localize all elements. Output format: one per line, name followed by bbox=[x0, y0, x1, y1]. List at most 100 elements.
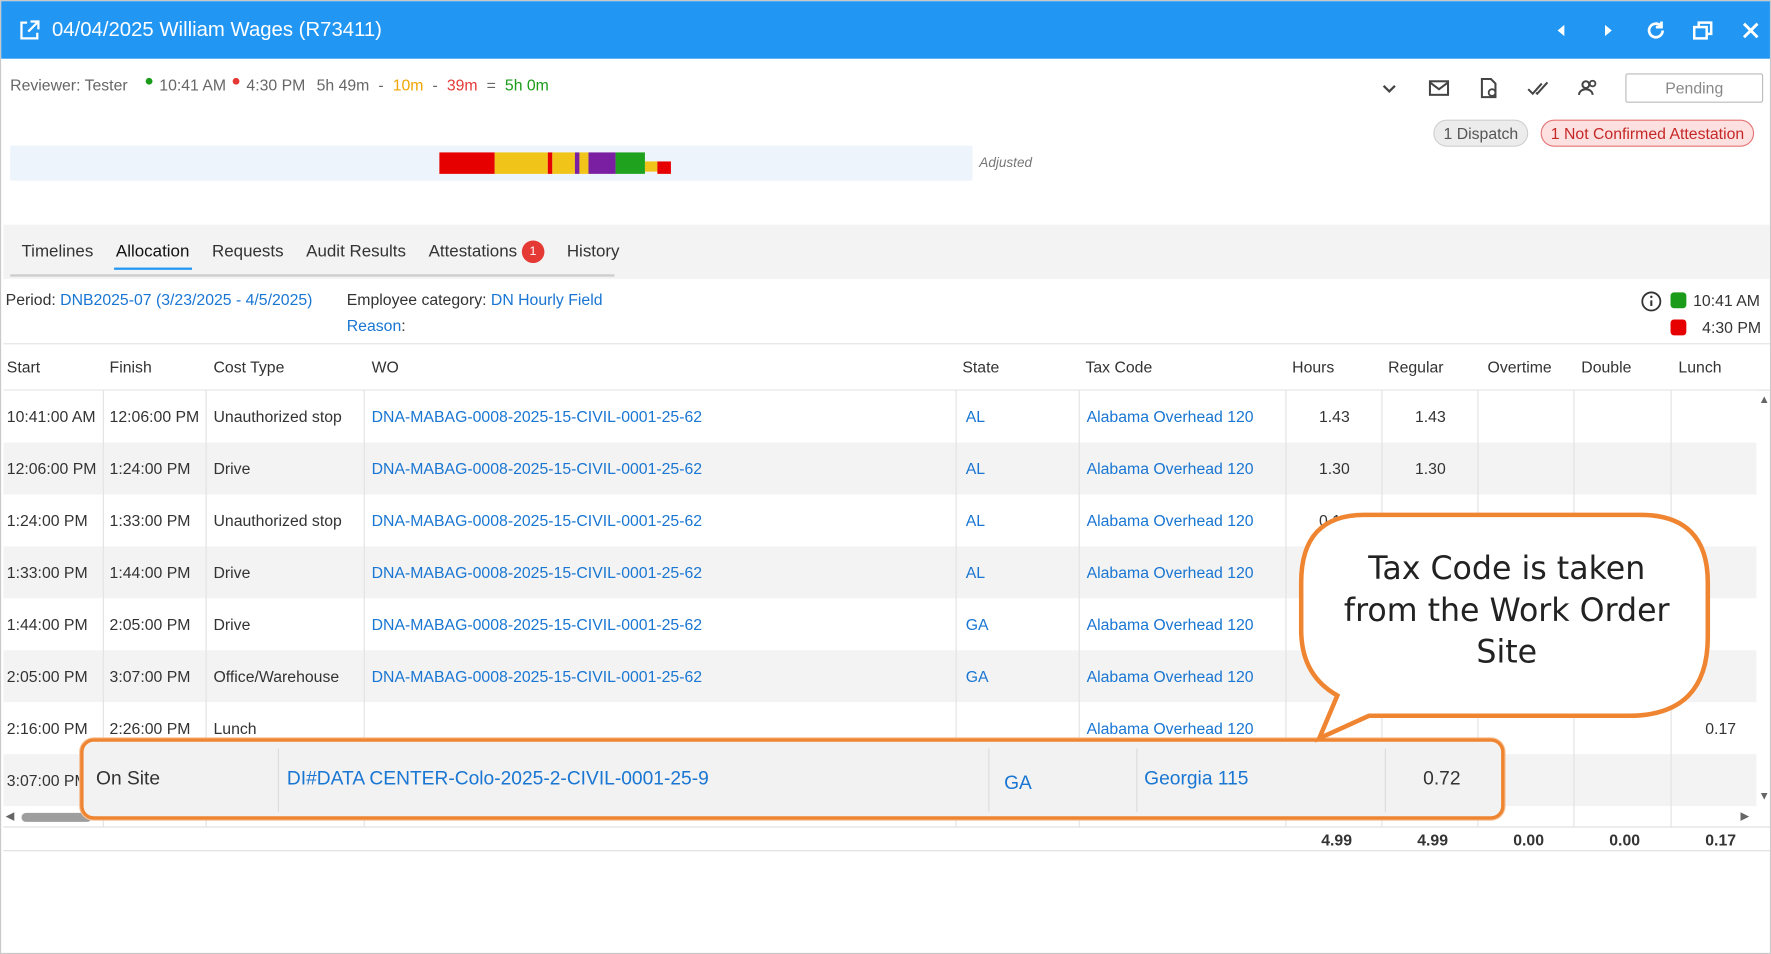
attestation-badge[interactable]: 1 Not Confirmed Attestation bbox=[1540, 119, 1755, 147]
tab-history[interactable]: History bbox=[556, 225, 631, 279]
column-header-overtime[interactable]: Overtime bbox=[1488, 344, 1552, 389]
cell-tax-code[interactable]: Alabama Overhead 120 bbox=[1087, 598, 1285, 650]
column-header-tax-code[interactable]: Tax Code bbox=[1085, 344, 1152, 389]
highlight-hours: 0.72 bbox=[1423, 767, 1461, 790]
column-header-cost-type[interactable]: Cost Type bbox=[213, 344, 284, 389]
reason-link[interactable]: Reason bbox=[347, 316, 402, 334]
cell-finish: 12:06:00 PM bbox=[109, 407, 200, 426]
timeline-segment bbox=[615, 152, 645, 174]
scroll-right-icon[interactable]: ▶ bbox=[1741, 811, 1750, 823]
scrollbar-thumb[interactable] bbox=[21, 812, 92, 822]
column-header-finish[interactable]: Finish bbox=[110, 344, 152, 389]
scroll-left-icon[interactable]: ◀ bbox=[6, 811, 15, 823]
scroll-down-icon[interactable]: ▼ bbox=[1759, 790, 1770, 802]
total-overtime: 0.00 bbox=[1513, 830, 1545, 850]
tab-timelines[interactable]: Timelines bbox=[10, 225, 104, 279]
start-legend-swatch bbox=[1670, 292, 1687, 309]
column-header-double[interactable]: Double bbox=[1581, 344, 1631, 389]
cell-regular bbox=[1385, 495, 1446, 547]
info-icon[interactable] bbox=[1640, 290, 1663, 313]
cell-cost-type: Unauthorized stop bbox=[213, 511, 342, 530]
double-check-icon[interactable] bbox=[1526, 76, 1551, 101]
end-legend-swatch bbox=[1670, 319, 1687, 336]
equals-sign: = bbox=[486, 75, 496, 94]
dispatch-badge[interactable]: 1 Dispatch bbox=[1433, 119, 1529, 147]
highlight-state-link[interactable]: GA bbox=[1004, 746, 1032, 821]
employee-category: Employee category: DN Hourly Field bbox=[347, 290, 603, 308]
tab-audit-results[interactable]: Audit Results bbox=[295, 225, 417, 279]
scroll-up-icon[interactable]: ▲ bbox=[1759, 394, 1770, 406]
cell-wo[interactable]: DNA-MABAG-0008-2025-15-CIVIL-0001-25-62 bbox=[372, 546, 954, 598]
highlight-wo-link[interactable]: DI#DATA CENTER-Colo-2025-2-CIVIL-0001-25… bbox=[287, 742, 709, 817]
chevron-down-icon[interactable] bbox=[1377, 76, 1402, 101]
employee-category-link[interactable]: DN Hourly Field bbox=[491, 290, 603, 308]
tab-allocation[interactable]: Allocation bbox=[105, 225, 201, 279]
deduction-1: 10m bbox=[392, 75, 424, 94]
employee-category-label: Employee category: bbox=[346, 290, 491, 309]
column-divider bbox=[1136, 748, 1138, 812]
tab-requests[interactable]: Requests bbox=[201, 225, 295, 279]
period-link[interactable]: DNB2025-07 (3/23/2025 - 4/5/2025) bbox=[60, 290, 312, 308]
column-header-hours[interactable]: Hours bbox=[1292, 344, 1334, 389]
cell-tax-code[interactable]: Alabama Overhead 120 bbox=[1087, 650, 1285, 702]
table-row[interactable]: 10:41:00 AM 12:06:00 PM Unauthorized stop D… bbox=[3, 390, 1757, 443]
column-header-start[interactable]: Start bbox=[7, 344, 40, 389]
cell-double bbox=[1577, 702, 1638, 754]
end-time: 4:30 PM bbox=[246, 75, 306, 94]
cell-wo[interactable]: DNA-MABAG-0008-2025-15-CIVIL-0001-25-62 bbox=[372, 495, 954, 547]
previous-record-icon[interactable] bbox=[1549, 17, 1574, 42]
cell-finish: 2:05:00 PM bbox=[109, 615, 191, 634]
table-row[interactable]: 12:06:00 PM 1:24:00 PM Drive DNA-MABAG-0008… bbox=[3, 442, 1757, 495]
cell-wo[interactable]: DNA-MABAG-0008-2025-15-CIVIL-0001-25-62 bbox=[372, 443, 954, 495]
cell-tax-code[interactable]: Alabama Overhead 120 bbox=[1087, 495, 1285, 547]
status-button[interactable]: Pending bbox=[1625, 73, 1764, 103]
cell-wo[interactable]: DNA-MABAG-0008-2025-15-CIVIL-0001-25-62 bbox=[372, 391, 954, 443]
document-refresh-icon[interactable] bbox=[1476, 76, 1501, 101]
cell-state[interactable]: AL bbox=[966, 391, 1073, 443]
column-header-regular[interactable]: Regular bbox=[1388, 344, 1443, 389]
cell-tax-code[interactable]: Alabama Overhead 120 bbox=[1087, 443, 1285, 495]
total-lunch: 0.17 bbox=[1705, 830, 1737, 850]
restore-window-icon[interactable] bbox=[1691, 17, 1716, 42]
timeline-label: Adjusted bbox=[979, 154, 1033, 171]
cell-finish: 3:07:00 PM bbox=[109, 667, 191, 686]
email-icon[interactable] bbox=[1427, 76, 1452, 101]
cell-lunch bbox=[1675, 443, 1736, 495]
highlighted-row[interactable]: On Site DI#DATA CENTER-Colo-2025-2-CIVIL… bbox=[80, 738, 1505, 821]
cell-state[interactable]: AL bbox=[966, 546, 1073, 598]
action-toolbar: Pending bbox=[1377, 73, 1764, 103]
cell-state[interactable]: AL bbox=[966, 495, 1073, 547]
tab-label: Allocation bbox=[115, 241, 190, 261]
cell-tax-code[interactable]: Alabama Overhead 120 bbox=[1087, 391, 1285, 443]
cell-cost-type: Unauthorized stop bbox=[213, 407, 342, 426]
tab-attestations[interactable]: Attestations 1 bbox=[417, 225, 555, 279]
column-header-lunch[interactable]: Lunch bbox=[1678, 344, 1721, 389]
users-icon[interactable] bbox=[1576, 76, 1601, 101]
table-row[interactable]: 1:24:00 PM 1:33:00 PM Unauthorized stop DNA… bbox=[3, 494, 1757, 547]
timeline-segment bbox=[644, 161, 658, 172]
cell-wo[interactable]: DNA-MABAG-0008-2025-15-CIVIL-0001-25-62 bbox=[372, 598, 954, 650]
cell-wo[interactable]: DNA-MABAG-0008-2025-15-CIVIL-0001-25-62 bbox=[372, 650, 954, 702]
start-dot-icon bbox=[145, 77, 153, 85]
cell-start: 2:05:00 PM bbox=[6, 667, 88, 686]
column-header-state[interactable]: State bbox=[962, 344, 999, 389]
cell-start: 1:44:00 PM bbox=[6, 615, 88, 634]
cell-state[interactable]: AL bbox=[966, 443, 1073, 495]
total-regular: 4.99 bbox=[1417, 830, 1449, 850]
cell-start: 1:33:00 PM bbox=[6, 563, 88, 582]
tab-label: Audit Results bbox=[306, 241, 406, 261]
reviewer-label: Reviewer: Tester bbox=[10, 75, 128, 94]
cell-state[interactable]: GA bbox=[966, 650, 1073, 702]
cell-regular: 1.30 bbox=[1414, 459, 1446, 478]
cell-tax-code[interactable]: Alabama Overhead 120 bbox=[1087, 546, 1285, 598]
open-external-icon[interactable] bbox=[18, 19, 41, 42]
column-header-wo[interactable]: WO bbox=[372, 344, 399, 389]
highlight-tax-code-link[interactable]: Georgia 115 bbox=[1144, 742, 1248, 817]
refresh-icon[interactable] bbox=[1643, 17, 1668, 42]
minus-sign: - bbox=[432, 75, 438, 94]
duration: 5h 49m bbox=[316, 75, 370, 94]
tab-label: Attestations bbox=[428, 241, 518, 261]
next-record-icon[interactable] bbox=[1596, 17, 1621, 42]
cell-state[interactable]: GA bbox=[966, 598, 1073, 650]
close-icon[interactable] bbox=[1738, 17, 1763, 42]
